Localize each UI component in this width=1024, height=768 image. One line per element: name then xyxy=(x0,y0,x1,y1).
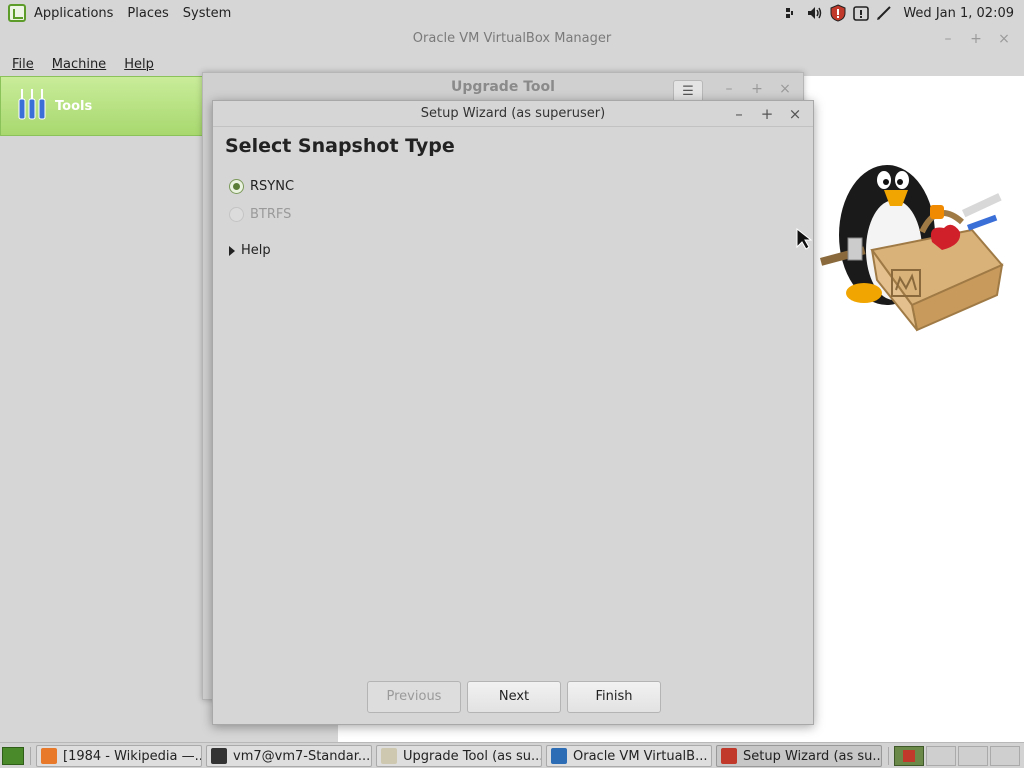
wizard-title: Setup Wizard (as superuser) xyxy=(420,106,606,121)
volume-icon[interactable] xyxy=(805,3,825,23)
radio-btrfs-label: BTRFS xyxy=(250,207,292,222)
close-icon[interactable]: × xyxy=(786,101,804,127)
virtualbox-icon xyxy=(551,748,567,764)
upgrade-icon xyxy=(381,748,397,764)
taskbar-item-virtualbox[interactable]: Oracle VM VirtualB... xyxy=(546,745,712,767)
workspace-1[interactable] xyxy=(894,746,924,766)
workspace-2[interactable] xyxy=(926,746,956,766)
firefox-icon xyxy=(41,748,57,764)
workspace-4[interactable] xyxy=(990,746,1020,766)
network-icon[interactable] xyxy=(782,3,802,23)
setup-icon xyxy=(721,748,737,764)
taskbar-item-label: vm7@vm7-Standar... xyxy=(233,748,371,764)
help-expander-label: Help xyxy=(241,243,271,258)
tools-icon xyxy=(17,87,47,125)
taskbar-item-label: [1984 - Wikipedia —... xyxy=(63,748,202,764)
finish-button[interactable]: Finish xyxy=(567,681,661,713)
page-title: Select Snapshot Type xyxy=(225,135,455,157)
upgrade-tool-title: Upgrade Tool xyxy=(451,79,555,95)
minimize-icon[interactable]: – xyxy=(940,26,956,52)
taskbar-item-label: Oracle VM VirtualB... xyxy=(573,748,708,764)
tux-toolbox-illustration xyxy=(812,150,1017,340)
maximize-icon[interactable]: + xyxy=(968,26,984,52)
menu-machine[interactable]: Machine xyxy=(52,57,106,72)
minimize-icon[interactable]: – xyxy=(721,81,737,97)
menu-system[interactable]: System xyxy=(183,6,231,21)
help-expander[interactable]: Help xyxy=(229,243,271,258)
tools-item[interactable]: Tools xyxy=(0,76,204,136)
menu-applications[interactable]: Applications xyxy=(34,6,113,21)
radio-button-icon xyxy=(229,207,244,222)
terminal-icon xyxy=(211,748,227,764)
menu-file[interactable]: File xyxy=(12,57,34,72)
expander-arrow-icon xyxy=(229,245,235,256)
setup-wizard-dialog: Setup Wizard (as superuser) – + × Select… xyxy=(212,100,814,725)
setup-icon xyxy=(903,750,915,762)
bottom-taskbar: [1984 - Wikipedia —... vm7@vm7-Standar..… xyxy=(0,742,1024,768)
taskbar-item-label: Upgrade Tool (as su... xyxy=(403,748,542,764)
radio-rsync[interactable]: RSYNC xyxy=(229,179,294,194)
update-manager-icon[interactable] xyxy=(851,3,871,23)
taskbar-item-firefox[interactable]: [1984 - Wikipedia —... xyxy=(36,745,202,767)
radio-rsync-label: RSYNC xyxy=(250,179,295,194)
maximize-icon[interactable]: + xyxy=(749,81,765,97)
close-icon[interactable]: × xyxy=(996,26,1012,52)
tools-label: Tools xyxy=(55,98,93,114)
next-button[interactable]: Next xyxy=(467,681,561,713)
shield-icon[interactable] xyxy=(828,3,848,23)
radio-button-icon[interactable] xyxy=(229,179,244,194)
clock[interactable]: Wed Jan 1, 02:09 xyxy=(903,6,1014,21)
close-icon[interactable]: × xyxy=(777,81,793,97)
workspace-3[interactable] xyxy=(958,746,988,766)
taskbar-item-upgrade-tool[interactable]: Upgrade Tool (as su... xyxy=(376,745,542,767)
taskbar-item-setup-wizard[interactable]: Setup Wizard (as su... xyxy=(716,745,882,767)
top-panel: Applications Places System Wed Jan 1, 02… xyxy=(0,0,1024,26)
system-tray: Wed Jan 1, 02:09 xyxy=(782,0,1024,26)
previous-button: Previous xyxy=(367,681,461,713)
wizard-titlebar: Setup Wizard (as superuser) – + × xyxy=(213,101,813,127)
maximize-icon[interactable]: + xyxy=(758,101,776,127)
taskbar-item-label: Setup Wizard (as su... xyxy=(743,748,882,764)
separator xyxy=(30,747,31,765)
show-desktop-icon[interactable] xyxy=(2,747,24,765)
pen-icon[interactable] xyxy=(874,3,894,23)
mouse-cursor-icon xyxy=(796,227,813,250)
mint-menu-icon[interactable] xyxy=(8,4,26,22)
minimize-icon[interactable]: – xyxy=(730,101,748,127)
taskbar-item-terminal[interactable]: vm7@vm7-Standar... xyxy=(206,745,372,767)
radio-btrfs: BTRFS xyxy=(229,207,291,222)
menu-places[interactable]: Places xyxy=(127,6,168,21)
menu-help[interactable]: Help xyxy=(124,57,154,72)
menubar: File Machine Help xyxy=(0,52,160,76)
window-title: Oracle VM VirtualBox Manager xyxy=(412,31,612,46)
separator xyxy=(888,747,889,765)
